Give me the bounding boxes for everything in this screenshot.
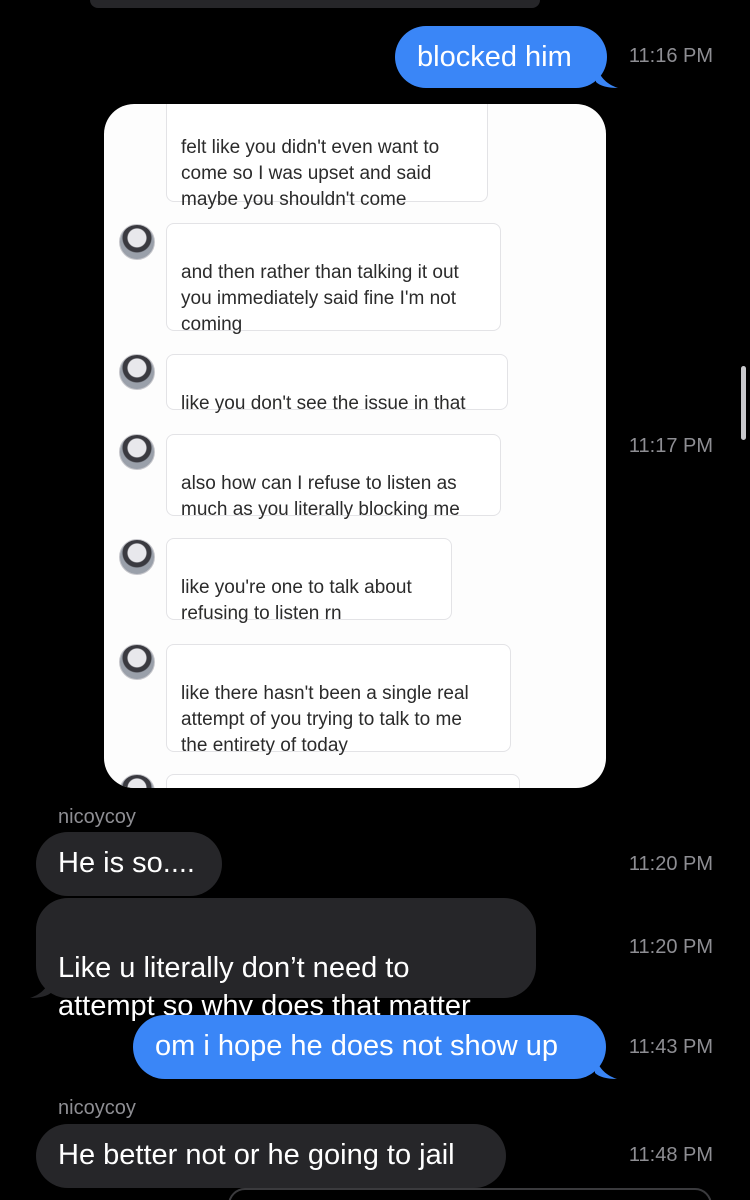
- sent-bubble-tail: [596, 62, 618, 88]
- message-text: om i hope he does not show up: [155, 1030, 559, 1062]
- message-text: Like u literally don’t need to attempt s…: [58, 952, 471, 1022]
- embedded-message-bubble: like you don't see the issue in that: [166, 354, 508, 414]
- embedded-avatar: [119, 774, 155, 788]
- embedded-message-bubble: like you're one to talk about refusing t…: [166, 538, 452, 624]
- embedded-message-bubble: like there hasn't been a single real att…: [166, 644, 511, 756]
- embedded-message-bubble: felt like you didn't even want to come s…: [166, 104, 488, 210]
- embedded-message-bubble: and then rather than talking it out you …: [166, 223, 501, 335]
- embedded-avatar: [119, 644, 155, 680]
- attached-screenshot-image[interactable]: felt like you didn't even want to come s…: [104, 104, 606, 788]
- sent-message-bubble[interactable]: om i hope he does not show up: [133, 1015, 606, 1079]
- previous-message-edge: [90, 0, 540, 8]
- embedded-avatar: [119, 354, 155, 390]
- message-timestamp: 11:48 PM: [628, 1144, 713, 1166]
- message-timestamp: 11:16 PM: [628, 45, 713, 67]
- sender-name: nicoycoy: [58, 1097, 136, 1119]
- message-timestamp: 11:20 PM: [628, 936, 713, 958]
- message-text: blocked him: [417, 41, 572, 73]
- embedded-avatar: [119, 539, 155, 575]
- embedded-avatar: [119, 224, 155, 260]
- message-timestamp: 11:17 PM: [628, 435, 713, 457]
- input-bar-edge[interactable]: [228, 1188, 712, 1200]
- scroll-indicator[interactable]: [741, 366, 746, 440]
- sender-name: nicoycoy: [58, 806, 136, 828]
- message-text: He is so....: [58, 847, 195, 879]
- received-message-bubble[interactable]: Like u literally don’t need to attempt s…: [36, 898, 536, 1022]
- embedded-message-bubble: also how can I refuse to listen as much …: [166, 434, 501, 520]
- received-bubble-tail: [30, 972, 52, 998]
- embedded-message-bubble: [166, 774, 520, 788]
- sent-message-bubble[interactable]: blocked him: [395, 26, 607, 88]
- conversation-view: blocked him 11:16 PM felt like you didn'…: [0, 0, 750, 1200]
- embedded-avatar: [119, 434, 155, 470]
- sent-bubble-tail: [595, 1053, 617, 1079]
- message-timestamp: 11:20 PM: [628, 853, 713, 875]
- received-message-bubble[interactable]: He better not or he going to jail: [36, 1124, 506, 1188]
- message-timestamp: 11:43 PM: [628, 1036, 713, 1058]
- received-message-bubble[interactable]: He is so....: [36, 832, 222, 896]
- message-text: He better not or he going to jail: [58, 1139, 455, 1171]
